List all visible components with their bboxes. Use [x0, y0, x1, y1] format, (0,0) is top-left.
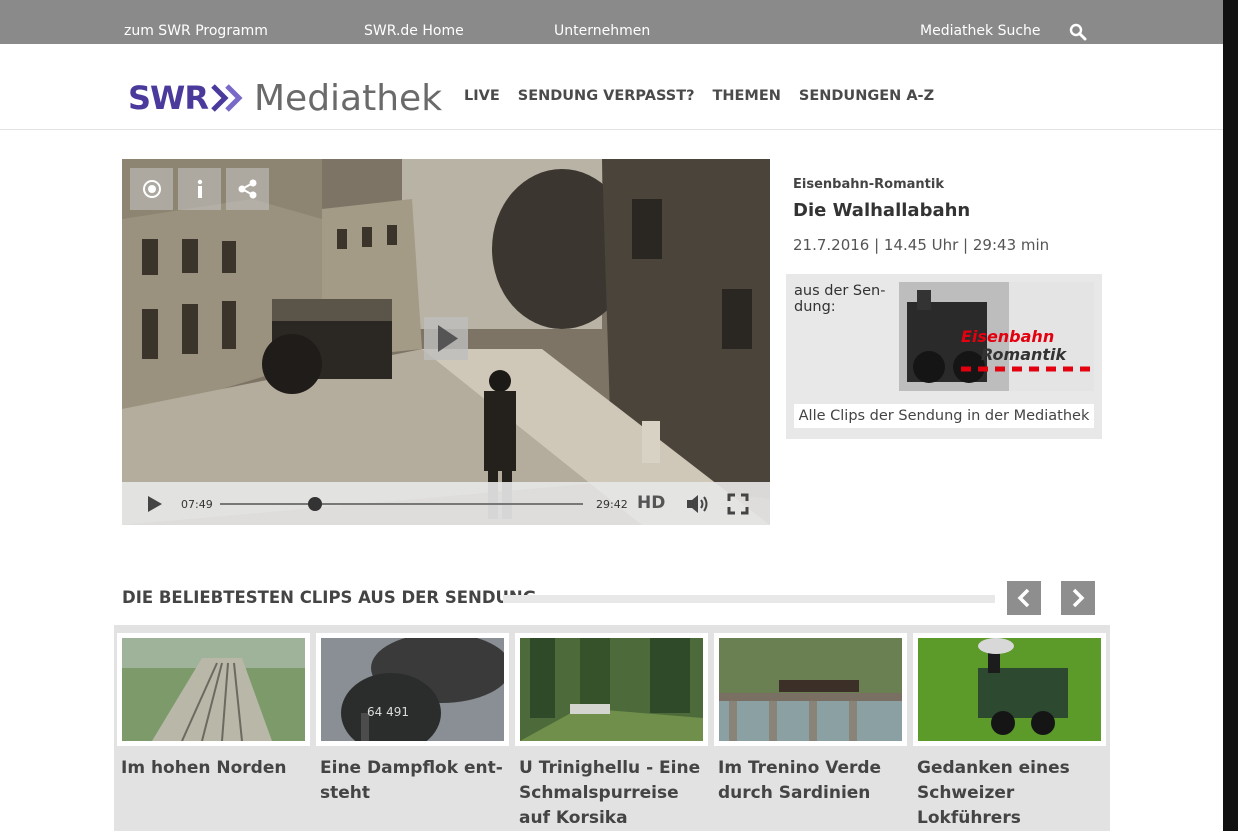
info-icon — [197, 179, 202, 198]
swr-mediathek-logo[interactable]: SWR Mediathek — [128, 77, 443, 119]
section-divider — [503, 595, 995, 603]
clips-section-title: DIE BELIEBTESTEN CLIPS AUS DER SENDUNG — [122, 588, 537, 607]
clip-card[interactable]: Im Trenino Verde durch Sardinien — [714, 633, 907, 806]
clip-image — [719, 638, 902, 741]
window-edge — [1223, 0, 1238, 831]
clip-card[interactable]: Gedanken eines Schweizer Lokführers — [913, 633, 1106, 831]
play-icon[interactable] — [144, 494, 164, 514]
clip-card[interactable]: 64 491 Eine Dampflok ent-steht — [316, 633, 509, 806]
nav-live[interactable]: LIVE — [464, 88, 500, 104]
clip-image: 64 491 — [321, 638, 504, 741]
all-clips-link[interactable]: Alle Clips der Sendung in der Mediathek — [794, 404, 1094, 428]
nav-sendung-verpasst[interactable]: SENDUNG VERPASST? — [518, 88, 695, 104]
carousel-prev-button[interactable] — [1007, 581, 1041, 615]
chevron-left-icon — [1017, 588, 1030, 608]
episode-title: Die Walhallabahn — [793, 200, 971, 221]
clip-title[interactable]: Eine Dampflok ent-steht — [316, 756, 509, 806]
logo-text: Mediathek — [253, 77, 443, 119]
volume-icon[interactable] — [685, 493, 711, 515]
nav-sendungen-a-z[interactable]: SENDUNGEN A-Z — [799, 88, 934, 104]
show-label: aus der Sen-dung: — [794, 283, 886, 315]
show-logo-line2: Romantik — [981, 345, 1068, 364]
show-thumbnail[interactable]: Eisenbahn Romantik — [899, 282, 1094, 391]
clip-image — [918, 638, 1101, 741]
clip-image — [520, 638, 703, 741]
page: zum SWR Programm SWR.de Home Unternehmen… — [0, 0, 1238, 831]
chevron-right-icon — [1072, 588, 1085, 608]
clip-title[interactable]: Gedanken eines Schweizer Lokführers — [913, 756, 1106, 831]
nav-themen[interactable]: THEMEN — [713, 88, 781, 104]
clip-title[interactable]: U Trinighellu - Eine Schmalspurreise auf… — [515, 756, 708, 831]
clip-thumbnail[interactable] — [913, 633, 1106, 746]
topbar-link-programm[interactable]: zum SWR Programm — [124, 22, 268, 40]
logo-arrows-icon — [211, 84, 243, 112]
clip-image — [122, 638, 305, 741]
topbar-link-unternehmen[interactable]: Unternehmen — [554, 22, 650, 40]
logo-brand: SWR — [128, 79, 209, 117]
contrast-icon — [142, 180, 161, 198]
clips-carousel: Im hohen Norden 64 491 Eine Dampflok ent… — [114, 625, 1110, 831]
info-button[interactable] — [178, 168, 221, 210]
show-logo-line1: Eisenbahn — [961, 327, 1054, 346]
show-teaser: aus der Sen-dung: Eisenbahn Romantik All… — [786, 274, 1102, 439]
current-time: 07:49 — [181, 498, 213, 511]
topbar-link-home[interactable]: SWR.de Home — [364, 22, 464, 40]
mediathek-search-link[interactable]: Mediathek Suche — [920, 22, 1041, 40]
share-button[interactable] — [226, 168, 269, 210]
play-icon — [438, 325, 458, 352]
show-kicker: Eisenbahn-Romantik — [793, 177, 944, 192]
big-play-button[interactable] — [424, 317, 468, 360]
fullscreen-icon[interactable] — [727, 493, 749, 515]
main-nav: LIVE SENDUNG VERPASST? THEMEN SENDUNGEN … — [464, 88, 952, 104]
duration: 29:42 — [596, 498, 628, 511]
clip-thumbnail[interactable] — [714, 633, 907, 746]
episode-meta: 21.7.2016 | 14.45 Uhr | 29:43 min — [793, 236, 1050, 254]
clip-title[interactable]: Im hohen Norden — [117, 756, 310, 781]
progress-track[interactable] — [220, 503, 583, 505]
hd-toggle[interactable]: HD — [637, 493, 665, 513]
player-controlbar: 07:49 29:42 HD — [122, 482, 770, 525]
clip-badge: 64 491 — [367, 705, 409, 719]
clip-thumbnail[interactable] — [117, 633, 310, 746]
progress-handle[interactable] — [308, 497, 322, 511]
top-bar: zum SWR Programm SWR.de Home Unternehmen… — [0, 0, 1223, 44]
share-icon — [238, 179, 256, 199]
clip-thumbnail[interactable] — [515, 633, 708, 746]
clip-thumbnail[interactable]: 64 491 — [316, 633, 509, 746]
site-header: SWR Mediathek LIVE SENDUNG VERPASST? THE… — [0, 44, 1223, 130]
show-logo-image: Eisenbahn Romantik — [899, 282, 1094, 391]
search-icon[interactable] — [1069, 23, 1087, 41]
contrast-button[interactable] — [130, 168, 173, 210]
clip-card[interactable]: U Trinighellu - Eine Schmalspurreise auf… — [515, 633, 708, 831]
video-player[interactable]: 07:49 29:42 HD — [122, 159, 770, 525]
clip-title[interactable]: Im Trenino Verde durch Sardinien — [714, 756, 907, 806]
clip-card[interactable]: Im hohen Norden — [117, 633, 310, 781]
carousel-next-button[interactable] — [1061, 581, 1095, 615]
